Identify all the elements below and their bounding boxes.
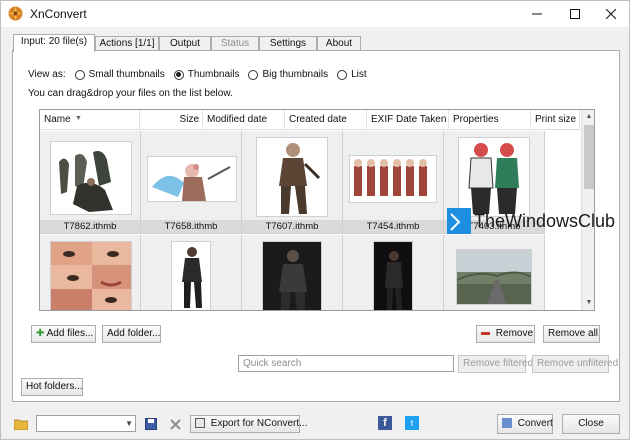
file-name: T7454.ithmb	[343, 220, 443, 233]
radio-small-thumbnails[interactable]: Small thumbnails	[74, 69, 165, 80]
close-button[interactable]: Close	[562, 414, 620, 434]
view-as-label: View as:	[28, 69, 66, 80]
tab-actions[interactable]: Actions [1/1]	[95, 36, 159, 51]
thumbnail-image	[147, 156, 237, 202]
radio-label: Thumbnails	[187, 69, 240, 80]
save-icon[interactable]	[143, 416, 159, 432]
thumbnail-image	[256, 137, 328, 217]
add-folder-button[interactable]: Add folder...	[102, 325, 161, 343]
open-folder-icon[interactable]	[13, 416, 29, 432]
preset-dropdown[interactable]: ▼	[36, 415, 136, 432]
watermark-logo-icon	[447, 208, 471, 234]
minimize-button[interactable]	[519, 1, 555, 27]
watermark-text: TheWindowsClub	[474, 210, 616, 231]
thumbnail-image	[373, 241, 413, 310]
button-label: Add files...	[46, 328, 94, 339]
list-item[interactable]	[444, 235, 545, 310]
list-item[interactable]: T7658.ithmb	[141, 131, 242, 234]
convert-button[interactable]: Convert	[497, 414, 553, 434]
delete-icon[interactable]	[167, 416, 183, 432]
radio-label: List	[351, 69, 367, 80]
radio-button-icon	[337, 69, 348, 80]
bottom-bar: ▼ Export for NConvert... f t Convert Clo…	[1, 409, 629, 439]
twitter-icon[interactable]: t	[405, 416, 419, 430]
tab-status[interactable]: Status	[211, 36, 259, 51]
maximize-icon	[570, 9, 580, 19]
add-files-button[interactable]: ✚ Add files...	[31, 325, 96, 343]
file-name: T7862.ithmb	[40, 220, 140, 233]
column-print-size[interactable]: Print size	[531, 110, 580, 130]
xnconvert-logo-icon	[8, 6, 23, 21]
view-as-group: View as: Small thumbnails Thumbnails Big…	[28, 69, 367, 80]
remove-button[interactable]: Remove	[476, 325, 535, 343]
list-item[interactable]	[40, 235, 141, 310]
radio-label: Big thumbnails	[262, 69, 329, 80]
watermark: TheWindowsClub	[447, 208, 615, 234]
list-item[interactable]	[343, 235, 444, 310]
column-created-date[interactable]: Created date	[285, 110, 367, 130]
thumbnail-image	[50, 241, 132, 310]
facebook-icon[interactable]: f	[378, 416, 392, 430]
quick-search-input[interactable]: Quick search	[238, 355, 454, 372]
radio-button-icon	[74, 69, 85, 80]
column-label: Name	[44, 114, 71, 125]
thumbnail-image	[349, 155, 437, 203]
column-modified-date[interactable]: Modified date	[203, 110, 285, 130]
tab-settings[interactable]: Settings	[259, 36, 317, 51]
tab-input[interactable]: Input: 20 file(s)	[13, 34, 95, 52]
close-icon	[606, 9, 616, 19]
radio-label: Small thumbnails	[88, 69, 165, 80]
thumbnail-image	[456, 249, 532, 305]
hot-folders-button[interactable]: Hot folders...	[21, 378, 83, 396]
list-item[interactable]: T7454.ithmb	[343, 131, 444, 234]
radio-big-thumbnails[interactable]: Big thumbnails	[248, 69, 328, 80]
column-header: Name ▼ Size Modified date Created date EX…	[40, 110, 580, 130]
list-item[interactable]	[141, 235, 242, 310]
radio-button-selected-icon	[173, 69, 184, 80]
maximize-button[interactable]	[557, 1, 593, 27]
column-name[interactable]: Name ▼	[40, 110, 140, 130]
list-item[interactable]: T7862.ithmb	[40, 131, 141, 234]
export-icon	[195, 418, 205, 429]
title-bar: XnConvert	[1, 1, 629, 27]
radio-thumbnails[interactable]: Thumbnails	[173, 69, 240, 80]
button-label: Convert	[517, 418, 553, 429]
thumbnail-image	[171, 241, 211, 310]
file-name: T7658.ithmb	[141, 220, 241, 233]
thumbnail-image	[50, 141, 132, 215]
scroll-up-icon[interactable]: ▲	[582, 110, 594, 124]
chevron-down-icon: ▼	[125, 419, 133, 428]
add-icon: ✚	[36, 328, 45, 339]
remove-icon	[481, 331, 490, 335]
remove-filtered-button[interactable]: Remove filtered	[458, 355, 533, 373]
scroll-down-icon[interactable]: ▼	[582, 296, 594, 310]
tab-output[interactable]: Output	[159, 36, 211, 51]
column-properties[interactable]: Properties	[449, 110, 531, 130]
radio-list[interactable]: List	[337, 69, 367, 80]
close-window-button[interactable]	[593, 1, 629, 27]
thumbnail-image	[262, 241, 322, 310]
file-name: T7607.ithmb	[242, 220, 342, 233]
convert-icon	[502, 418, 512, 429]
column-exif-date[interactable]: EXIF Date Taken	[367, 110, 449, 130]
app-window: XnConvert Input: 20 file(s) Actions [1/1…	[0, 0, 630, 440]
radio-button-icon	[248, 69, 259, 80]
window-title: XnConvert	[30, 7, 87, 21]
button-label: Export for NConvert...	[210, 418, 308, 429]
scrollbar-thumb[interactable]	[584, 125, 594, 189]
drag-drop-hint: You can drag&drop your files on the list…	[28, 88, 233, 99]
thumbnail-image	[458, 137, 530, 217]
remove-all-button[interactable]: Remove all	[543, 325, 600, 343]
button-label: Remove	[495, 328, 534, 339]
remove-unfiltered-button[interactable]: Remove unfiltered	[532, 355, 618, 373]
sort-indicator-icon: ▼	[75, 115, 82, 122]
minimize-icon	[532, 13, 542, 15]
column-size[interactable]: Size	[140, 110, 203, 130]
list-item[interactable]: T7607.ithmb	[242, 131, 343, 234]
list-item[interactable]	[242, 235, 343, 310]
tab-about[interactable]: About	[317, 36, 361, 51]
export-nconvert-button[interactable]: Export for NConvert...	[190, 415, 307, 433]
